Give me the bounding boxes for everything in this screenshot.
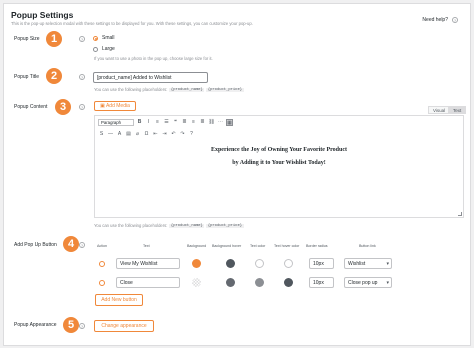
- col-text: Text: [143, 244, 150, 248]
- strikethrough-icon[interactable]: S: [98, 131, 105, 138]
- content-line-1: Experience the Joy of Owning Your Favori…: [210, 147, 348, 153]
- content-editor[interactable]: Paragraph B I ≡ ☰ ❝ ≣ ≡ ≣ ⛓ ⋯ ▦ S — A ▤ …: [94, 115, 464, 218]
- row-action-radio[interactable]: [99, 280, 105, 286]
- format-select[interactable]: Paragraph: [98, 118, 134, 126]
- col-background-hover: Background hover: [212, 244, 242, 248]
- bullet-list-icon[interactable]: ≡: [154, 119, 161, 126]
- placeholder-product-name: {product_name}: [169, 223, 205, 228]
- row-action-radio[interactable]: [99, 261, 105, 267]
- radio-small[interactable]: [93, 35, 98, 41]
- title-hint: You can use the following placeholders: …: [94, 87, 244, 92]
- undo-icon[interactable]: ↶: [170, 131, 177, 138]
- page-subtitle: This is the pop-up selection modal with …: [11, 21, 253, 26]
- italic-icon[interactable]: I: [145, 119, 152, 126]
- size-option-large-label: Large: [102, 46, 115, 52]
- help-icon[interactable]: ?: [79, 74, 85, 80]
- blockquote-icon[interactable]: ❝: [172, 119, 179, 126]
- background-color-swatch[interactable]: [192, 259, 201, 268]
- text-color-swatch[interactable]: [255, 259, 264, 268]
- more-icon[interactable]: ⋯: [217, 119, 224, 126]
- help-icon[interactable]: ?: [452, 17, 458, 23]
- special-char-icon[interactable]: Ω: [143, 131, 150, 138]
- step-badge-4: 4: [63, 236, 79, 252]
- step-badge-2: 2: [46, 68, 62, 84]
- col-action: Action: [97, 244, 107, 248]
- tab-visual[interactable]: Visual: [428, 106, 451, 114]
- size-hint-text: If you want to use a photo in the pop up…: [94, 56, 213, 61]
- numbered-list-icon[interactable]: ☰: [163, 119, 170, 126]
- clear-format-icon[interactable]: ⌀: [134, 131, 141, 138]
- editor-toolbar-1: Paragraph B I ≡ ☰ ❝ ≣ ≡ ≣ ⛓ ⋯ ▦: [95, 116, 463, 128]
- text-hover-swatch[interactable]: [284, 278, 293, 287]
- size-option-small-label: Small: [102, 35, 115, 41]
- button-link-select[interactable]: Close pop up: [344, 277, 392, 288]
- placeholder-product-price: {product_price}: [206, 223, 244, 228]
- button-text-input[interactable]: Close: [116, 277, 180, 288]
- background-hover-swatch[interactable]: [226, 278, 235, 287]
- keyboard-help-icon[interactable]: ?: [188, 131, 195, 138]
- border-radius-input[interactable]: 10px: [309, 258, 334, 269]
- help-icon[interactable]: ?: [79, 104, 85, 110]
- popup-button-label: Add Pop Up Button: [14, 242, 57, 248]
- redo-icon[interactable]: ↷: [179, 131, 186, 138]
- tab-text[interactable]: Text: [448, 106, 467, 114]
- add-media-label: Add Media: [105, 103, 130, 109]
- col-border-radius: Border radius: [306, 244, 328, 248]
- content-line-2: by Adding it to Your Wishlist Today!: [232, 160, 326, 166]
- popup-size-label: Popup Size: [14, 36, 40, 42]
- content-hint-text: You can use the following placeholders:: [94, 223, 168, 228]
- button-link-select[interactable]: Wishlist: [344, 258, 392, 269]
- help-icon[interactable]: ?: [79, 36, 85, 42]
- align-right-icon[interactable]: ≣: [199, 119, 206, 126]
- col-text-hover: Text hover color: [274, 244, 300, 248]
- col-button-link: Button link: [359, 244, 376, 248]
- help-icon[interactable]: ?: [79, 323, 85, 329]
- popup-title-input[interactable]: [product_name] Added to Wishlist: [93, 72, 208, 83]
- popup-content-label: Popup Content: [14, 104, 48, 110]
- background-hover-swatch[interactable]: [226, 259, 235, 268]
- add-media-icon: ▣: [100, 103, 105, 109]
- step-badge-1: 1: [46, 31, 62, 47]
- text-hover-swatch[interactable]: [284, 259, 293, 268]
- size-hint: If you want to use a photo in the pop up…: [94, 56, 213, 61]
- add-new-button[interactable]: Add New button: [95, 294, 143, 306]
- col-text-color: Text color: [250, 244, 266, 248]
- help-icon[interactable]: ?: [79, 242, 85, 248]
- size-option-small[interactable]: Small: [93, 35, 115, 41]
- popup-settings-panel: Popup Settings This is the pop-up select…: [3, 3, 471, 346]
- size-option-large[interactable]: Large: [93, 46, 115, 52]
- border-radius-input[interactable]: 10px: [309, 277, 334, 288]
- paste-text-icon[interactable]: ▤: [125, 131, 132, 138]
- indent-icon[interactable]: ⇥: [161, 131, 168, 138]
- align-left-icon[interactable]: ≣: [181, 119, 188, 126]
- col-background: Background: [187, 244, 207, 248]
- editor-toolbar-2: S — A ▤ ⌀ Ω ⇤ ⇥ ↶ ↷ ?: [95, 128, 463, 140]
- title-hint-text: You can use the following placeholders:: [94, 87, 168, 92]
- background-color-swatch[interactable]: [192, 278, 201, 287]
- step-badge-5: 5: [63, 317, 79, 333]
- bold-icon[interactable]: B: [136, 119, 143, 126]
- placeholder-product-name: {product_name}: [169, 87, 205, 92]
- step-badge-3: 3: [55, 99, 71, 115]
- popup-title-label: Popup Title: [14, 74, 40, 80]
- page-title: Popup Settings: [11, 10, 74, 20]
- placeholder-product-price: {product_price}: [206, 87, 244, 92]
- toolbar-toggle-icon[interactable]: ▦: [226, 118, 233, 126]
- button-text-input[interactable]: View My Wishlist: [116, 258, 180, 269]
- radio-large[interactable]: [93, 46, 98, 52]
- need-help-link[interactable]: Need help?: [422, 17, 448, 23]
- text-color-icon[interactable]: A: [116, 131, 123, 138]
- resize-icon[interactable]: [458, 212, 462, 216]
- content-hint: You can use the following placeholders: …: [94, 223, 244, 228]
- link-icon[interactable]: ⛓: [208, 119, 215, 126]
- horizontal-line-icon[interactable]: —: [107, 131, 114, 138]
- add-media-button[interactable]: ▣ Add Media: [94, 101, 136, 111]
- outdent-icon[interactable]: ⇤: [152, 131, 159, 138]
- align-center-icon[interactable]: ≡: [190, 119, 197, 126]
- text-color-swatch[interactable]: [255, 278, 264, 287]
- change-appearance-button[interactable]: Change appearance: [94, 320, 154, 332]
- popup-appearance-label: Popup Appearance: [14, 322, 57, 328]
